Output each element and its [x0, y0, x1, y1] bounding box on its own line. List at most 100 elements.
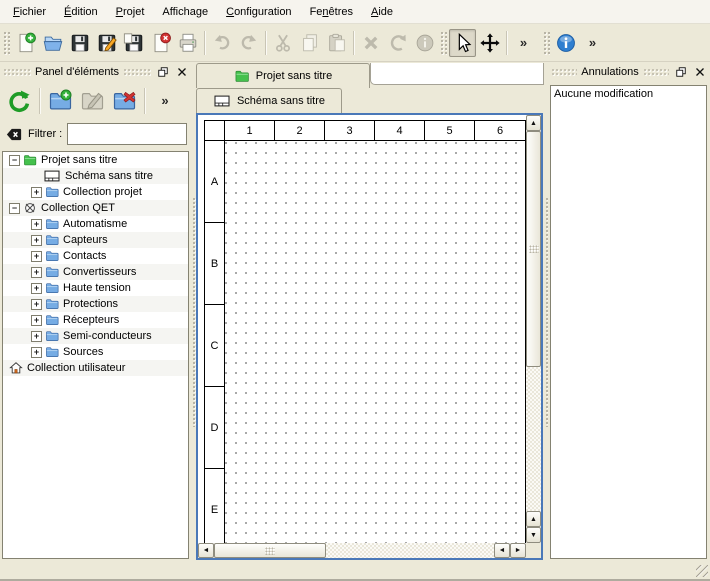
tab-schema-sans-titre[interactable]: Schéma sans titre	[196, 88, 342, 113]
collapse-toggle[interactable]: −	[9, 203, 20, 214]
reload-collections-button[interactable]	[3, 85, 35, 117]
tree-item-projet-sans-titre[interactable]: −Projet sans titre	[3, 152, 188, 168]
vertical-scrollbar[interactable]	[526, 115, 541, 543]
menu-fichier[interactable]: Fichier	[4, 3, 55, 21]
horizontal-scroll-thumb[interactable]	[214, 543, 326, 558]
expand-toggle[interactable]: +	[31, 187, 42, 198]
undo-icon	[211, 32, 233, 54]
chevron-double-icon	[584, 32, 602, 54]
float-panel-button[interactable]	[155, 65, 170, 79]
help-overflow-button[interactable]	[579, 29, 606, 57]
open-project-button[interactable]	[39, 29, 66, 57]
tree-item-capteurs[interactable]: +Capteurs	[3, 232, 188, 248]
scroll-down-button[interactable]	[526, 527, 541, 543]
object-info-button	[411, 29, 438, 57]
diagram-canvas[interactable]: 123456 ABCDE	[198, 115, 526, 543]
toolbar-separator	[204, 31, 205, 55]
tree-item-recepteurs[interactable]: +Récepteurs	[3, 312, 188, 328]
new-category-button[interactable]	[44, 85, 76, 117]
diagram-icon	[213, 94, 231, 108]
collapse-toggle[interactable]: −	[9, 155, 20, 166]
menu-projet[interactable]: Projet	[107, 3, 154, 21]
row-header-e: E	[205, 469, 224, 543]
tree-item-semi-conducteurs[interactable]: +Semi-conducteurs	[3, 328, 188, 344]
tree-item-schema-sans-titre[interactable]: Schéma sans titre	[3, 168, 188, 184]
undo-list-item[interactable]: Aucune modification	[551, 86, 706, 102]
tree-item-automatisme[interactable]: +Automatisme	[3, 216, 188, 232]
filter-input[interactable]	[67, 123, 187, 145]
select-tool-button[interactable]	[449, 29, 476, 57]
main-toolbar	[0, 24, 710, 62]
delete-category-button[interactable]	[108, 85, 140, 117]
scroll-up-button[interactable]	[526, 115, 541, 131]
undo-panel-titlebar: Annulations	[548, 62, 710, 82]
vertical-scroll-track[interactable]	[526, 131, 541, 511]
horizontal-scrollbar[interactable]	[198, 543, 526, 558]
close-panel-button[interactable]	[174, 65, 189, 79]
expand-toggle[interactable]: +	[31, 267, 42, 278]
menu-aide[interactable]: Aide	[362, 3, 402, 21]
column-header-3: 3	[325, 121, 375, 140]
float-panel-button[interactable]	[673, 65, 688, 79]
new-document-button[interactable]	[12, 29, 39, 57]
horizontal-scroll-track[interactable]	[214, 543, 494, 558]
scroll-left-button[interactable]	[198, 543, 214, 558]
tree-item-protections[interactable]: +Protections	[3, 296, 188, 312]
expand-toggle[interactable]: +	[31, 315, 42, 326]
tree-item-convertisseurs[interactable]: + Convertisseurs	[3, 264, 188, 280]
titlebar-texture	[3, 68, 31, 76]
toolbar-drag-handle[interactable]	[543, 31, 550, 55]
toolbar-drag-handle[interactable]	[3, 31, 10, 55]
diagram-tab-label: Schéma sans titre	[237, 95, 325, 107]
expand-toggle[interactable]: +	[31, 347, 42, 358]
tree-indent	[3, 296, 31, 312]
expand-toggle[interactable]: +	[31, 283, 42, 294]
toolbar-drag-handle[interactable]	[440, 31, 447, 55]
scroll-left-button[interactable]	[494, 543, 510, 558]
menu-fenetres[interactable]: Fenêtres	[301, 3, 362, 21]
expand-toggle[interactable]: +	[31, 331, 42, 342]
diagram-view[interactable]: 123456 ABCDE	[196, 113, 543, 560]
menu-affichage[interactable]: Affichage	[153, 3, 217, 21]
expand-toggle[interactable]: +	[31, 251, 42, 262]
cut-icon	[272, 32, 294, 54]
tree-item-label: Convertisseurs	[63, 266, 140, 278]
menu-configuration[interactable]: Configuration	[217, 3, 300, 21]
expand-toggle[interactable]: +	[31, 219, 42, 230]
scroll-up-button[interactable]	[526, 511, 541, 527]
tree-item-haute-tension[interactable]: +Haute tension	[3, 280, 188, 296]
expand-toggle[interactable]: +	[31, 299, 42, 310]
save-as-button[interactable]	[93, 29, 120, 57]
save-button[interactable]	[66, 29, 93, 57]
chevron-double-icon	[156, 90, 174, 112]
scroll-right-button[interactable]	[510, 543, 526, 558]
paste-button	[323, 29, 350, 57]
folder-icon	[45, 233, 59, 247]
menu-edition[interactable]: Édition	[55, 3, 107, 21]
about-button[interactable]	[552, 29, 579, 57]
rotate-button	[384, 29, 411, 57]
tree-item-collection-utilisateur[interactable]: Collection utilisateur	[3, 360, 188, 376]
titlebar-texture	[551, 68, 577, 76]
tab-projet-sans-titre[interactable]: Projet sans titre	[196, 63, 370, 88]
print-button[interactable]	[174, 29, 201, 57]
tools-overflow-button[interactable]	[510, 29, 537, 57]
clear-filter-icon[interactable]	[5, 127, 23, 142]
close-document-button[interactable]	[147, 29, 174, 57]
vertical-scroll-thumb[interactable]	[526, 131, 541, 367]
tree-item-collection-qet[interactable]: −Collection QET	[3, 200, 188, 216]
expand-toggle[interactable]: +	[31, 235, 42, 246]
status-bar	[0, 562, 710, 581]
tree-item-collection-projet[interactable]: +Collection projet	[3, 184, 188, 200]
tree-item-contacts[interactable]: +Contacts	[3, 248, 188, 264]
move-tool-button[interactable]	[476, 29, 503, 57]
row-header-a: A	[205, 141, 224, 223]
close-panel-button[interactable]	[692, 65, 707, 79]
size-grip[interactable]	[696, 565, 708, 577]
delete-button	[357, 29, 384, 57]
tree-item-sources[interactable]: +Sources	[3, 344, 188, 360]
panel-overflow-button[interactable]	[149, 85, 181, 117]
undo-button	[208, 29, 235, 57]
home-icon	[9, 361, 23, 375]
save-all-button[interactable]	[120, 29, 147, 57]
